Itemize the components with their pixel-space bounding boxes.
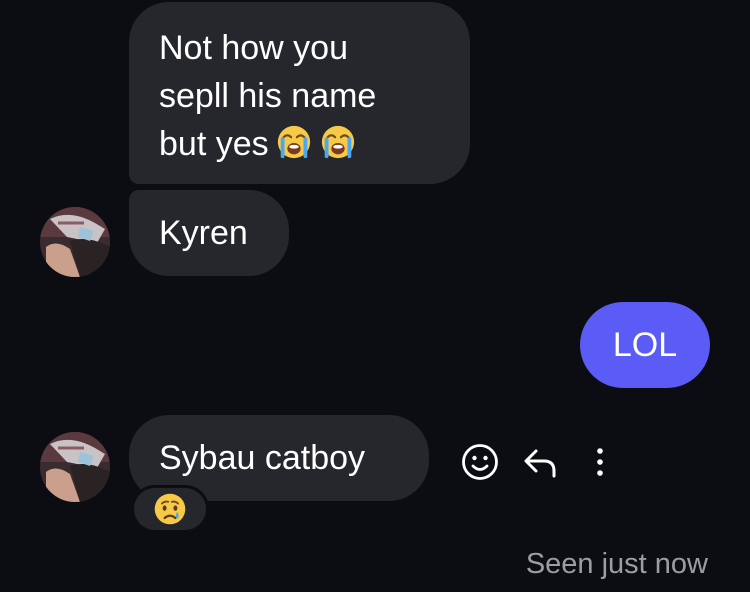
message-text: Not how you	[159, 29, 348, 67]
message-bubble-outgoing[interactable]: LOL	[580, 302, 710, 388]
reply-button[interactable]	[518, 440, 562, 484]
message-bubble-incoming[interactable]: Not how you sepll his name but yes	[129, 2, 470, 184]
avatar[interactable]	[40, 207, 110, 277]
message-text: Sybau catboy	[159, 439, 366, 477]
crying-face-icon	[154, 493, 186, 525]
smiley-icon	[462, 444, 498, 480]
more-options-button[interactable]	[584, 440, 616, 484]
message-text: sepll his name	[159, 77, 377, 115]
avatar[interactable]	[40, 432, 110, 502]
chat-screen: Not how you sepll his name but yes Kyren…	[0, 0, 750, 592]
reply-arrow-icon	[524, 449, 556, 478]
message-reaction[interactable]	[131, 485, 209, 533]
message-text: but yes	[159, 125, 269, 163]
loudly-crying-face-icon	[277, 125, 310, 159]
message-text: Kyren	[159, 214, 248, 252]
message-text-line: but yes	[159, 120, 440, 168]
message-bubble-incoming[interactable]: Kyren	[129, 190, 289, 276]
react-button[interactable]	[458, 440, 502, 484]
more-vertical-icon	[597, 448, 603, 476]
avatar-image	[40, 207, 110, 277]
loudly-crying-face-icon	[321, 125, 354, 159]
seen-status: Seen just now	[525, 548, 708, 580]
message-text: LOL	[612, 326, 678, 364]
avatar-image	[40, 432, 110, 502]
